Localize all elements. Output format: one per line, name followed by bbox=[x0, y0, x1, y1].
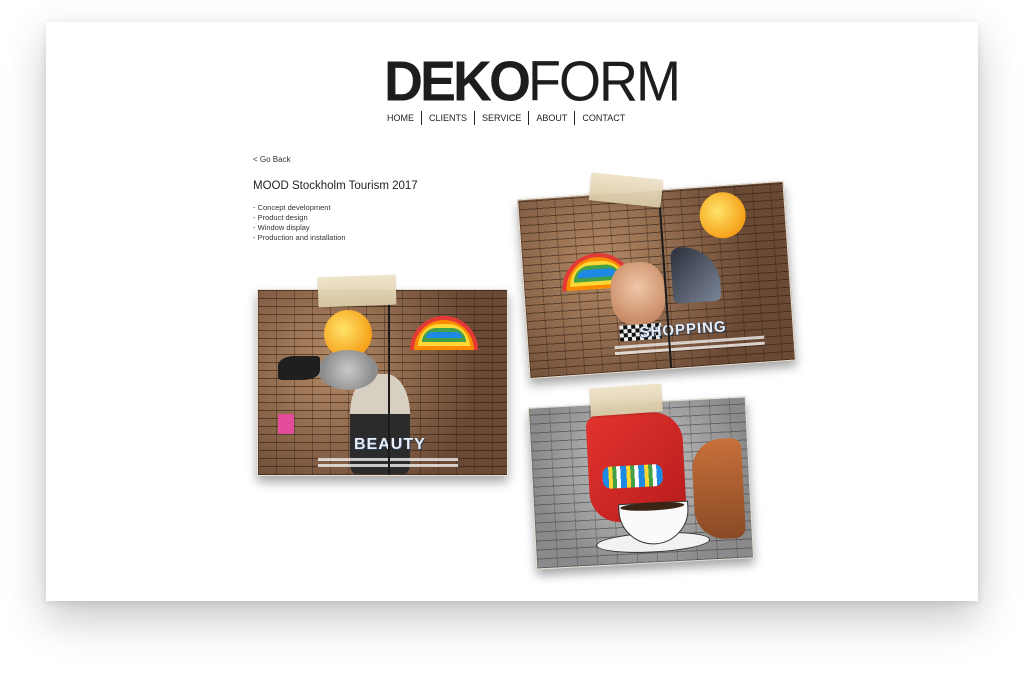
page-card: DEKOFORM HOME CLIENTS SERVICE ABOUT CONT… bbox=[46, 22, 978, 601]
rainbow-graphic bbox=[410, 316, 478, 350]
photo-beauty[interactable]: BEAUTY bbox=[257, 289, 508, 476]
hand-graphic bbox=[278, 356, 320, 380]
nav-clients[interactable]: CLIENTS bbox=[424, 113, 472, 123]
project-title: MOOD Stockholm Tourism 2017 bbox=[253, 180, 418, 192]
horse-pattern-graphic bbox=[602, 463, 664, 489]
photo-shopping[interactable]: SHOPPING bbox=[517, 180, 796, 380]
photo-fold-line bbox=[388, 290, 390, 475]
woman-face-graphic bbox=[608, 260, 667, 327]
smoke-graphic bbox=[318, 350, 378, 390]
nav-divider bbox=[528, 111, 530, 125]
nav-home[interactable]: HOME bbox=[382, 113, 419, 123]
sun-graphic bbox=[698, 190, 748, 240]
site-logo[interactable]: DEKOFORM bbox=[384, 49, 681, 113]
nav-divider bbox=[474, 111, 476, 125]
list-item: - Concept development bbox=[253, 203, 331, 212]
hand-graphic bbox=[690, 437, 747, 541]
list-item: - Product design bbox=[253, 213, 308, 222]
browser-viewport: DEKOFORM HOME CLIENTS SERVICE ABOUT CONT… bbox=[0, 0, 1024, 675]
list-item: - Production and installation bbox=[253, 233, 346, 242]
project-services-list: - Concept development - Product design -… bbox=[253, 203, 346, 243]
tape-strip bbox=[589, 383, 663, 417]
logo-bold-text: DEKO bbox=[384, 49, 531, 113]
nav-divider bbox=[574, 111, 576, 125]
nav-divider bbox=[421, 111, 422, 125]
nav-about[interactable]: ABOUT bbox=[531, 113, 572, 123]
photo-dala-horse[interactable] bbox=[527, 396, 755, 570]
pink-bag-graphic bbox=[278, 414, 294, 434]
go-back-link[interactable]: < Go Back bbox=[253, 155, 291, 164]
tape-strip bbox=[317, 274, 397, 308]
nav-service[interactable]: SERVICE bbox=[477, 113, 526, 123]
main-nav: HOME CLIENTS SERVICE ABOUT CONTACT bbox=[382, 110, 630, 126]
nav-contact[interactable]: CONTACT bbox=[577, 113, 630, 123]
heel-shoe-graphic bbox=[669, 244, 722, 304]
logo-light-text: FORM bbox=[528, 49, 681, 113]
list-item: - Window display bbox=[253, 223, 310, 232]
